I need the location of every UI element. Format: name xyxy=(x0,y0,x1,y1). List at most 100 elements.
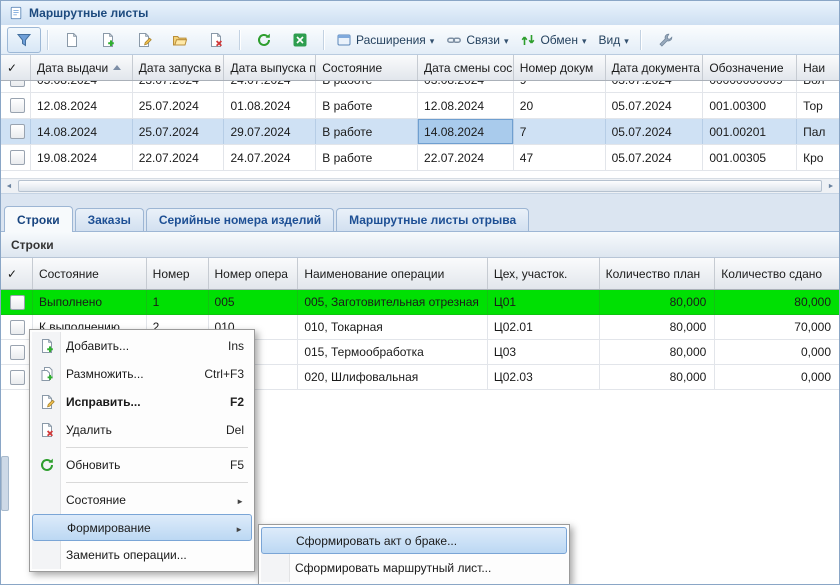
row-checkbox[interactable] xyxy=(10,98,25,113)
row-checkbox[interactable] xyxy=(10,345,25,360)
table-cell[interactable]: 010, Токарная xyxy=(298,315,488,339)
table-cell[interactable]: 1 xyxy=(147,290,209,314)
menu-item-obnovit[interactable]: Обновить F5 xyxy=(32,451,252,479)
table-cell[interactable]: 80,000 xyxy=(600,340,716,364)
top-grid-hscrollbar[interactable] xyxy=(1,178,839,193)
menu-item-sformirovat-akt-o-brake[interactable]: Сформировать акт о браке... xyxy=(261,527,567,554)
table-cell[interactable] xyxy=(1,145,31,170)
row-checkbox[interactable] xyxy=(10,295,25,310)
table-cell[interactable]: 22.07.2024 xyxy=(133,145,225,170)
table-cell[interactable]: 005, Заготовительная отрезная xyxy=(298,290,488,314)
table-cell[interactable]: 05.07.2024 xyxy=(606,119,704,144)
table-cell[interactable]: 00000000009 xyxy=(703,81,797,92)
table-cell[interactable]: 24.07.2024 xyxy=(224,81,316,92)
exchange-menu-button[interactable]: Обмен xyxy=(515,27,591,53)
table-cell[interactable]: 001.00300 xyxy=(703,93,797,118)
table-cell[interactable]: Ц03 xyxy=(488,340,600,364)
table-cell[interactable]: 14.08.2024 xyxy=(31,119,133,144)
table-cell[interactable]: Ц02.01 xyxy=(488,315,600,339)
delete-document-button[interactable] xyxy=(199,27,233,53)
table-cell-active[interactable]: 14.08.2024 xyxy=(418,119,514,144)
table-cell[interactable]: В работе xyxy=(316,81,418,92)
table-cell[interactable]: 03.07.2024 xyxy=(606,81,704,92)
column-header-kolichestvo-sdano[interactable]: Количество сдано xyxy=(715,258,839,289)
table-cell[interactable]: 23.07.2024 xyxy=(133,81,225,92)
left-scrollbar-thumb[interactable] xyxy=(1,456,9,511)
scroll-left-button[interactable] xyxy=(1,179,17,193)
table-row[interactable]: 05.08.2024 23.07.2024 24.07.2024 В работ… xyxy=(1,81,839,93)
edit-document-button[interactable] xyxy=(127,27,161,53)
column-header-check[interactable]: ✓ xyxy=(1,55,31,80)
table-cell[interactable]: 12.08.2024 xyxy=(418,93,514,118)
table-cell[interactable]: 03.08.2024 xyxy=(418,81,514,92)
table-cell[interactable]: Тор xyxy=(797,93,839,118)
menu-item-udalit[interactable]: Удалить Del xyxy=(32,416,252,444)
table-cell[interactable]: Пал xyxy=(797,119,839,144)
menu-item-ispravit[interactable]: Исправить... F2 xyxy=(32,388,252,416)
table-cell[interactable]: 70,000 xyxy=(715,315,839,339)
table-cell[interactable]: 80,000 xyxy=(715,290,839,314)
scroll-right-button[interactable] xyxy=(823,179,839,193)
new-document-button[interactable] xyxy=(55,27,89,53)
column-header-nomer[interactable]: Номер xyxy=(147,258,209,289)
table-cell[interactable]: 24.07.2024 xyxy=(224,145,316,170)
column-header-data-zapuska[interactable]: Дата запуска в xyxy=(133,55,225,80)
table-cell[interactable]: 05.08.2024 xyxy=(31,81,133,92)
open-folder-button[interactable] xyxy=(163,27,197,53)
table-cell[interactable]: Выполнено xyxy=(33,290,147,314)
table-cell[interactable]: 12.08.2024 xyxy=(31,93,133,118)
column-header-check[interactable]: ✓ xyxy=(1,258,33,289)
table-cell[interactable]: 0,000 xyxy=(715,365,839,389)
add-document-button[interactable] xyxy=(91,27,125,53)
column-header-kolichestvo-plan[interactable]: Количество план xyxy=(600,258,716,289)
table-cell[interactable]: 05.07.2024 xyxy=(606,145,704,170)
row-checkbox[interactable] xyxy=(10,370,25,385)
table-cell[interactable]: В работе xyxy=(316,93,418,118)
column-header-naimenovanie[interactable]: Наи xyxy=(797,55,839,80)
column-header-data-vypuska[interactable]: Дата выпуска п xyxy=(224,55,316,80)
table-cell[interactable]: 80,000 xyxy=(600,315,716,339)
table-cell[interactable]: 25.07.2024 xyxy=(133,93,225,118)
table-cell[interactable]: 22.07.2024 xyxy=(418,145,514,170)
column-header-data-dokumenta[interactable]: Дата документа xyxy=(606,55,704,80)
menu-item-zamenit-operacii[interactable]: Заменить операции... xyxy=(32,541,252,569)
scrollbar-thumb[interactable] xyxy=(18,180,822,192)
row-checkbox[interactable] xyxy=(10,150,25,165)
view-menu-button[interactable]: Вид xyxy=(594,27,634,53)
table-cell[interactable]: 01.08.2024 xyxy=(224,93,316,118)
row-checkbox[interactable] xyxy=(10,81,25,87)
column-header-ceh-uchastok[interactable]: Цех, участок. xyxy=(488,258,600,289)
column-header-sostoyanie[interactable]: Состояние xyxy=(33,258,147,289)
table-cell[interactable]: 7 xyxy=(514,119,606,144)
table-row-selected[interactable]: 14.08.2024 25.07.2024 29.07.2024 В работ… xyxy=(1,119,839,145)
table-cell[interactable]: 001.00305 xyxy=(703,145,797,170)
table-cell[interactable]: Ц01 xyxy=(488,290,600,314)
filter-button[interactable] xyxy=(7,27,41,53)
excel-export-button[interactable] xyxy=(283,27,317,53)
table-cell[interactable]: 80,000 xyxy=(600,290,716,314)
tab-zakazy[interactable]: Заказы xyxy=(75,208,144,231)
links-menu-button[interactable]: Связи xyxy=(441,27,513,53)
table-cell[interactable]: 25.07.2024 xyxy=(133,119,225,144)
table-cell[interactable]: 20 xyxy=(514,93,606,118)
table-cell[interactable] xyxy=(1,93,31,118)
tab-marshrutnye-listy-otryva[interactable]: Маршрутные листы отрыва xyxy=(336,208,529,231)
refresh-button[interactable] xyxy=(247,27,281,53)
menu-item-dobavit[interactable]: Добавить... Ins xyxy=(32,332,252,360)
table-cell[interactable]: 9 xyxy=(514,81,606,92)
menu-item-razmnozhit[interactable]: Размножить... Ctrl+F3 xyxy=(32,360,252,388)
table-cell[interactable]: 0,000 xyxy=(715,340,839,364)
menu-item-sostoyanie[interactable]: Состояние xyxy=(32,486,252,514)
table-cell[interactable]: 05.07.2024 xyxy=(606,93,704,118)
table-cell[interactable]: В работе xyxy=(316,119,418,144)
tab-stroki[interactable]: Строки xyxy=(4,206,73,232)
column-header-data-smeny[interactable]: Дата смены сос xyxy=(418,55,514,80)
table-cell[interactable]: 020, Шлифовальная xyxy=(298,365,488,389)
table-cell[interactable]: Кро xyxy=(797,145,839,170)
table-cell[interactable]: 001.00201 xyxy=(703,119,797,144)
table-cell[interactable]: 015, Термообработка xyxy=(298,340,488,364)
table-row-done[interactable]: Выполнено 1 005 005, Заготовительная отр… xyxy=(1,290,839,315)
menu-item-sformirovat-marshrutnyj-list[interactable]: Сформировать маршрутный лист... xyxy=(261,554,567,582)
row-checkbox[interactable] xyxy=(10,124,25,139)
table-cell[interactable]: 80,000 xyxy=(600,365,716,389)
